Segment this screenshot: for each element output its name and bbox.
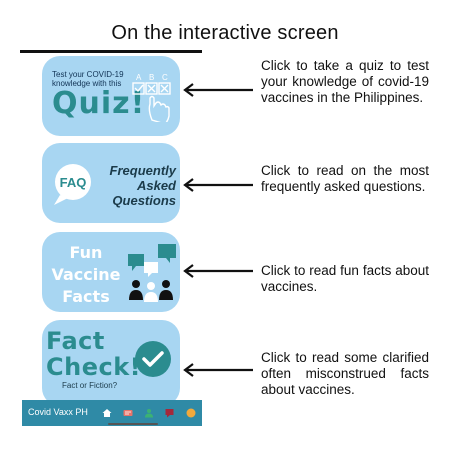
quiz-letter-c: C bbox=[162, 73, 168, 82]
person-icon[interactable] bbox=[144, 408, 154, 418]
quiz-letter-a: A bbox=[136, 73, 142, 82]
faq-label-line-2: Asked bbox=[136, 178, 176, 193]
faq-label-line-3: Questions bbox=[112, 193, 176, 208]
fact-check-label: Fact Check! bbox=[46, 328, 141, 380]
quiz-checkbox-hand-icon: A B C bbox=[132, 73, 171, 122]
bottom-nav-bar: Covid Vaxx PH bbox=[22, 400, 202, 426]
arrow-left-icon bbox=[183, 363, 253, 377]
quiz-icon[interactable] bbox=[123, 408, 133, 418]
fact-check-subtitle: Fact or Fiction? bbox=[62, 381, 118, 390]
quiz-letter-b: B bbox=[149, 73, 154, 82]
fact-check-description: Click to read some clarified often misco… bbox=[261, 350, 429, 397]
fun-facts-description: Click to read fun facts about vaccines. bbox=[261, 263, 429, 294]
quiz-subtitle-line-1: Test your COVID-19 bbox=[52, 70, 124, 79]
page-title: On the interactive screen bbox=[111, 22, 339, 44]
arrow-left-icon bbox=[183, 83, 253, 97]
chat-icon[interactable] bbox=[165, 408, 175, 418]
quiz-card[interactable]: Test your COVID-19 knowledge with this Q… bbox=[42, 56, 180, 136]
checkmark-circle-icon bbox=[135, 341, 171, 377]
fact-check-line-1: Fact bbox=[46, 327, 105, 355]
quiz-description: Click to take a quiz to test your knowle… bbox=[261, 58, 429, 105]
fun-facts-label: Fun Vaccine Facts bbox=[50, 242, 122, 308]
fun-facts-line-2: Vaccine bbox=[51, 265, 121, 284]
check-icon[interactable] bbox=[186, 408, 196, 418]
title-underline bbox=[20, 50, 202, 53]
faq-speech-bubble-icon: FAQ bbox=[54, 164, 91, 205]
faq-bubble-text: FAQ bbox=[60, 175, 87, 190]
fun-facts-line-3: Facts bbox=[62, 287, 110, 306]
arrow-left-icon bbox=[183, 264, 253, 278]
people-chat-icon bbox=[128, 244, 176, 302]
faq-label-line-1: Frequently bbox=[109, 163, 176, 178]
arrow-left-icon bbox=[183, 178, 253, 192]
faq-description: Click to read on the most frequently ask… bbox=[261, 163, 429, 194]
faq-label: Frequently Asked Questions bbox=[102, 163, 176, 208]
home-indicator bbox=[108, 423, 158, 425]
fun-facts-card[interactable]: Fun Vaccine Facts bbox=[42, 232, 180, 312]
app-name: Covid Vaxx PH bbox=[28, 407, 88, 417]
fun-facts-line-1: Fun bbox=[69, 243, 103, 262]
fact-check-line-2: Check! bbox=[46, 353, 142, 381]
faq-card[interactable]: FAQ Frequently Asked Questions bbox=[42, 143, 180, 223]
home-icon[interactable] bbox=[102, 408, 112, 418]
fact-check-card[interactable]: Fact Check! Fact or Fiction? bbox=[42, 320, 180, 406]
